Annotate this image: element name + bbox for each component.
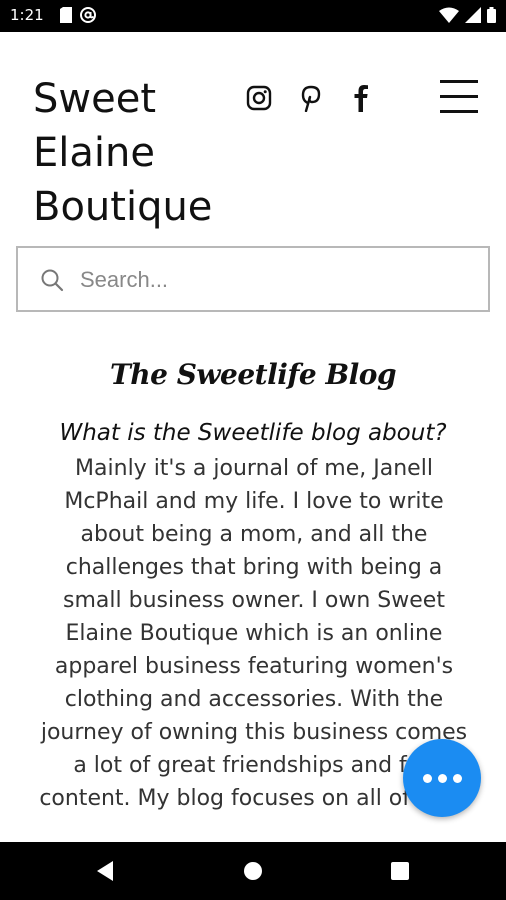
status-time: 1:21 — [10, 6, 44, 24]
brand-line: Boutique — [33, 184, 213, 230]
navigation-bar — [0, 842, 506, 900]
more-horizontal-icon — [437, 773, 447, 783]
instagram-icon[interactable] — [246, 85, 272, 111]
recents-icon[interactable] — [391, 862, 409, 880]
more-horizontal-icon — [422, 773, 432, 783]
brand-line: Elaine — [33, 130, 155, 176]
signal-icon — [465, 7, 481, 23]
sim-card-icon — [60, 7, 72, 23]
more-horizontal-icon — [452, 773, 462, 783]
status-bar: 1:21 — [0, 0, 506, 32]
back-icon[interactable] — [95, 860, 115, 882]
search-input[interactable] — [78, 264, 462, 296]
wifi-icon — [439, 7, 459, 23]
blog-question: What is the Sweetlife blog about? — [59, 420, 447, 446]
brand-name[interactable]: Sweet Elaine Boutique — [33, 72, 212, 234]
more-options-button[interactable] — [403, 739, 481, 817]
battery-icon — [487, 7, 496, 23]
blog-title: The Sweetlife Blog — [109, 358, 397, 391]
search-icon — [41, 269, 64, 292]
home-icon[interactable] — [243, 861, 263, 881]
hamburger-menu-icon[interactable] — [440, 78, 478, 114]
search-bar[interactable] — [16, 246, 490, 312]
pinterest-icon[interactable] — [300, 84, 322, 112]
facebook-icon[interactable] — [353, 84, 369, 112]
at-sign-icon — [80, 7, 96, 23]
brand-line: Sweet — [33, 76, 157, 122]
